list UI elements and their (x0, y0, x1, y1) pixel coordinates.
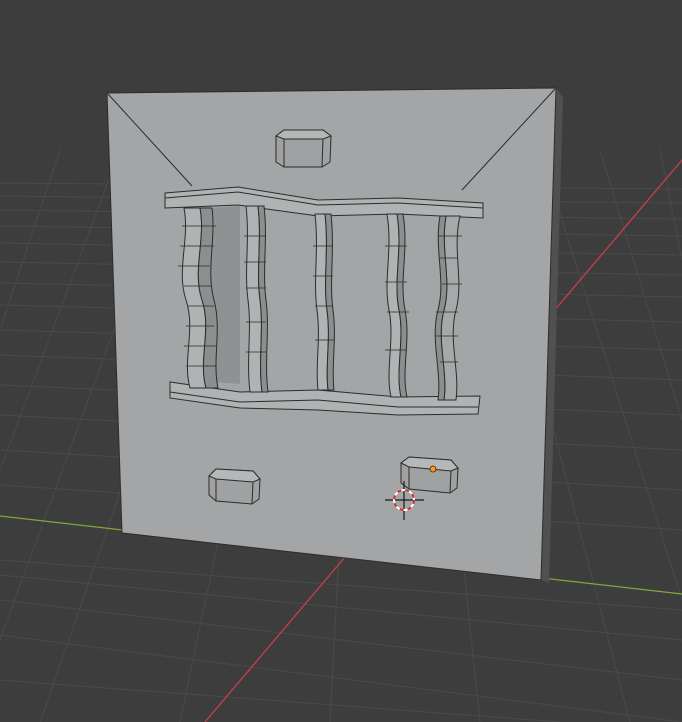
wavy-bar-5 (434, 215, 461, 401)
viewport-canvas[interactable] (0, 0, 682, 722)
top-block[interactable] (274, 129, 333, 168)
3d-viewport[interactable] (0, 0, 682, 722)
bottom-left-block[interactable] (208, 468, 261, 505)
wavy-bar-3 (314, 213, 335, 391)
object-origin-dot[interactable] (429, 465, 437, 473)
bottom-right-block[interactable] (400, 456, 459, 494)
panel-object[interactable] (106, 87, 563, 583)
wavy-bar-2 (245, 205, 269, 393)
wavy-bar-4 (386, 213, 408, 398)
wavy-bar-1 (181, 207, 219, 389)
